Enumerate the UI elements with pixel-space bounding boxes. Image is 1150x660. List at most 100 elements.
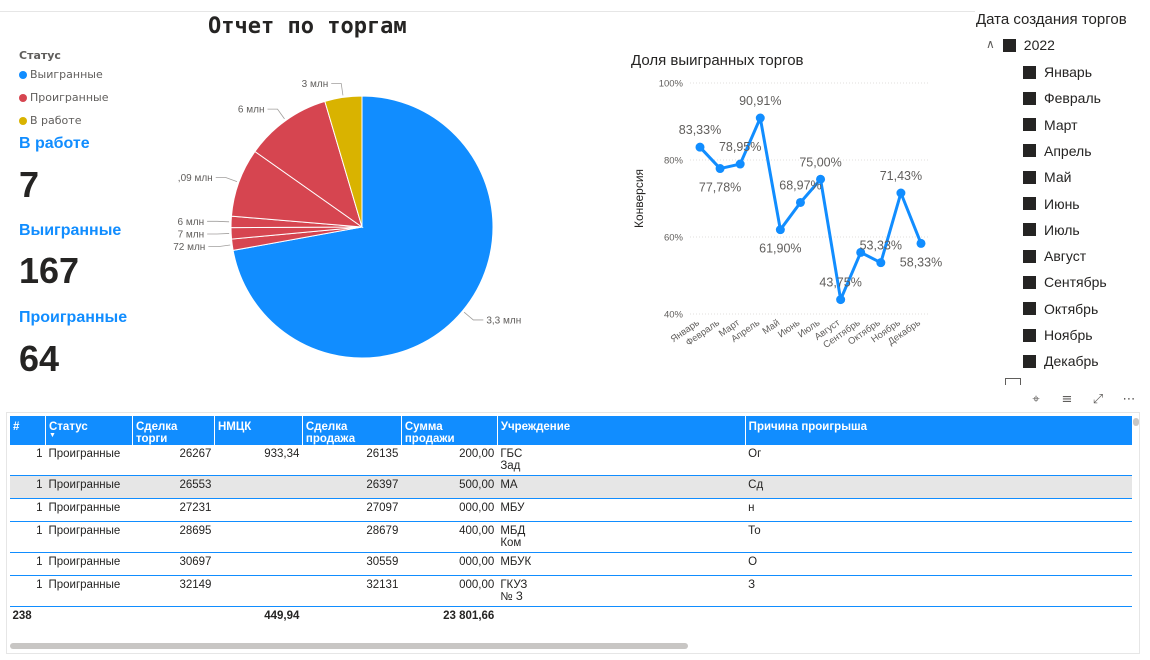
total-nmck: 449,94	[214, 606, 303, 629]
checkbox-icon[interactable]	[1023, 275, 1036, 289]
slicer-month-item[interactable]: Апрель	[1023, 143, 1092, 159]
cell-institution: МБУК	[497, 552, 746, 576]
cell-nmck	[214, 521, 303, 553]
sort-descending-icon[interactable]: ▼	[49, 432, 129, 439]
kpi-in-progress-value: 7	[19, 164, 40, 205]
cell-sale-deal: 27097	[302, 498, 402, 522]
cell-loss-reason: Ог	[745, 445, 1132, 476]
data-point[interactable]	[775, 225, 785, 235]
slicer-month-item[interactable]: Июль	[1023, 222, 1080, 238]
column-header-nmck[interactable]: НМЦК	[213, 416, 303, 445]
legend-item-in-progress[interactable]: В работе	[19, 114, 81, 127]
data-point[interactable]	[755, 113, 765, 123]
data-point[interactable]	[795, 197, 805, 207]
focus-mode-icon[interactable]: ⤢	[1090, 392, 1106, 408]
legend-item-won[interactable]: Выигранные	[19, 68, 103, 81]
cell-nmck	[214, 575, 303, 607]
cell-institution: МБУ	[497, 498, 746, 522]
checkbox-icon[interactable]	[1023, 249, 1036, 263]
slicer-year-2022[interactable]: ∧ 2022	[986, 37, 1055, 53]
cell-sale-deal: 28679	[302, 521, 402, 553]
data-point[interactable]	[735, 159, 745, 169]
legend-item-lost[interactable]: Проигранные	[19, 91, 108, 104]
slicer-month-item[interactable]: Сентябрь	[1023, 274, 1107, 290]
checkbox-icon[interactable]	[1023, 328, 1036, 342]
total-count: 238	[9, 606, 46, 629]
table-row[interactable]: 1 Проигранные 28695 28679 400,00 МБД Ком То	[9, 521, 1132, 553]
data-point[interactable]	[916, 238, 926, 248]
legend-dot-icon	[19, 70, 27, 79]
data-point[interactable]	[695, 142, 705, 152]
data-label: 75,00%	[799, 155, 841, 169]
cell-status: Проигранные	[45, 475, 133, 499]
line-chart[interactable]: 40%60%80%100%КонверсияЯнварьФевральМартА…	[625, 72, 945, 372]
cell-number: 1	[9, 575, 46, 607]
checkbox-icon[interactable]	[1023, 223, 1036, 237]
slicer-month-label: Декабрь	[1044, 353, 1099, 370]
cell-nmck	[214, 552, 303, 576]
cell-sale-sum: 200,00	[401, 445, 498, 476]
total-empty	[302, 606, 402, 629]
data-point[interactable]	[715, 164, 725, 174]
column-header-sale-deal[interactable]: Сделка продажа	[301, 416, 402, 445]
table-row[interactable]: 1 Проигранные 26553 26397 500,00 МА Сд	[9, 475, 1132, 499]
column-header-number[interactable]: #	[9, 416, 46, 445]
data-label: 53,33%	[860, 239, 902, 253]
data-point[interactable]	[896, 188, 906, 198]
slicer-month-item[interactable]: Март	[1023, 117, 1078, 133]
checkbox-icon[interactable]	[1023, 197, 1036, 210]
vertical-scrollbar[interactable]	[1133, 418, 1139, 426]
filter-icon[interactable]: ≡	[1059, 392, 1075, 408]
slicer-month-label: Март	[1044, 116, 1078, 133]
institution-name: ГКУЗ	[500, 579, 528, 591]
more-options-icon[interactable]: ⋯	[1121, 392, 1137, 408]
chevron-up-icon[interactable]: ∧	[986, 37, 995, 51]
slicer-month-item[interactable]: Февраль	[1023, 90, 1101, 106]
data-label: 58,33%	[900, 255, 942, 269]
pie-leader-line	[215, 177, 238, 182]
table-row[interactable]: 1 Проигранные 32149 32131 000,00 ГКУЗ № ЗЗ	[9, 575, 1132, 607]
slicer-month-item[interactable]: Ноябрь	[1023, 327, 1093, 343]
checkbox-icon[interactable]	[1023, 91, 1036, 105]
pie-chart[interactable]: 3,3 млн 72 млн7 млн 6 млн ,09 млн 6 млн 3 млн	[150, 70, 570, 380]
table-row[interactable]: 1 Проигранные 26267 933,34 26135 200,00 ГБС Зад…	[9, 445, 1132, 476]
data-point[interactable]	[816, 174, 826, 184]
slicer-month-item[interactable]: Октябрь	[1023, 301, 1098, 317]
cell-number: 1	[9, 445, 46, 476]
checkbox-icon[interactable]	[1023, 65, 1036, 79]
cell-institution: МБД Ком	[497, 521, 746, 553]
column-header-status[interactable]: Статус ▼	[44, 416, 133, 445]
checkbox-icon[interactable]	[1023, 302, 1036, 316]
column-header-institution[interactable]: Учреждение	[496, 416, 746, 445]
cell-loss-reason: Сд	[745, 475, 1132, 499]
data-point[interactable]	[836, 295, 846, 305]
slicer-month-item[interactable]: Август	[1023, 248, 1086, 264]
kpi-lost-label: Проигранные	[19, 309, 128, 326]
legend-label: В работе	[30, 114, 82, 127]
table-row[interactable]: 1 Проигранные 30697 30559 000,00 МБУК О	[9, 552, 1132, 576]
pie-data-label: 7 млн	[178, 230, 205, 241]
checkbox-icon[interactable]	[1002, 38, 1016, 52]
slicer-next-year-checkbox[interactable]	[1005, 378, 1021, 385]
column-header-deal[interactable]: Сделка торги	[131, 416, 215, 445]
y-tick-label: 80%	[664, 156, 684, 167]
slicer-month-item[interactable]: Январь	[1023, 64, 1092, 80]
horizontal-scrollbar[interactable]	[10, 643, 688, 649]
data-point[interactable]	[876, 258, 886, 268]
pie-leader-line	[267, 108, 285, 120]
checkbox-icon[interactable]	[1023, 118, 1036, 132]
slicer-month-item[interactable]: Июнь	[1023, 196, 1080, 212]
slicer-month-item[interactable]: Май	[1023, 169, 1071, 185]
checkbox-icon[interactable]	[1023, 354, 1036, 368]
checkbox-icon[interactable]	[1023, 144, 1036, 158]
cell-number: 1	[9, 498, 46, 522]
slicer-month-item[interactable]: Декабрь	[1023, 353, 1099, 369]
pie-leader-line	[207, 233, 230, 235]
checkbox-icon[interactable]	[1023, 170, 1036, 184]
line-chart-title: Доля выигранных торгов	[631, 52, 804, 69]
pin-icon[interactable]: ⌖	[1028, 392, 1044, 408]
column-header-sale-sum[interactable]: Сумма продажи	[400, 416, 498, 445]
column-header-loss-reason[interactable]: Причина проигрыша	[744, 416, 1132, 445]
cell-number: 1	[9, 552, 46, 576]
table-row[interactable]: 1 Проигранные 27231 27097 000,00 МБУ н	[9, 498, 1132, 522]
